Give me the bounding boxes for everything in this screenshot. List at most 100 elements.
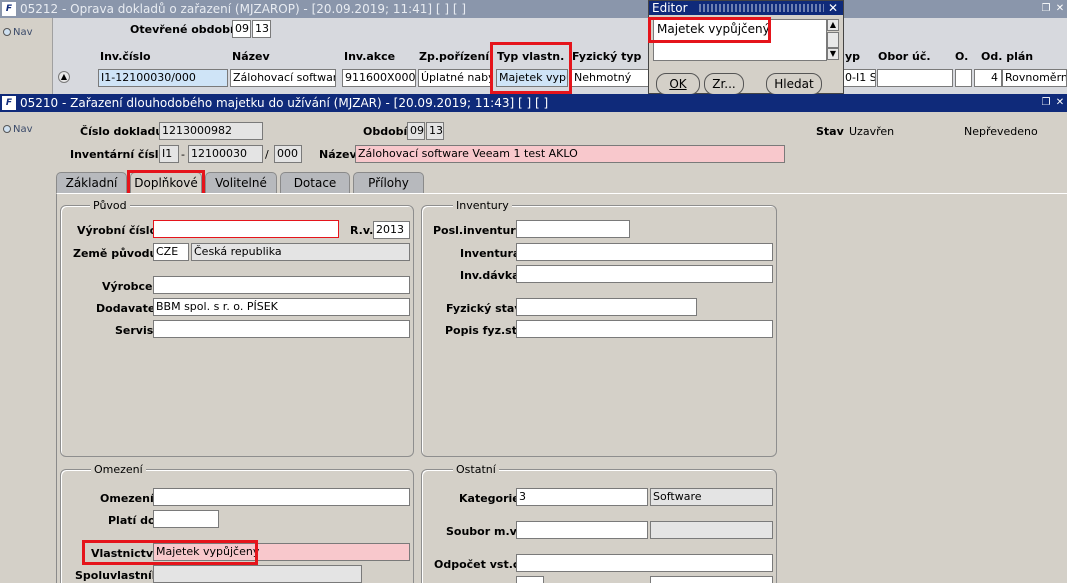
- row-scroll-up-icon[interactable]: ▲: [58, 71, 70, 83]
- vyrobni-cislo-field[interactable]: [153, 220, 339, 238]
- posl-inventura-label: Posl.inventura: [433, 224, 524, 237]
- inv-number-field[interactable]: 12100030: [188, 145, 263, 163]
- row-inv-akce[interactable]: 911600X000 F: [342, 69, 416, 87]
- row-obor-uc[interactable]: [877, 69, 953, 87]
- omezeni-field[interactable]: [153, 488, 410, 506]
- editor-title: Editor: [652, 1, 688, 15]
- popis-fyz-field[interactable]: [516, 320, 773, 338]
- inventura-label: Inventura: [460, 247, 521, 260]
- nazev-label: Název: [319, 148, 357, 161]
- editor-zr-button[interactable]: Zr...: [704, 73, 744, 95]
- row-o[interactable]: [955, 69, 972, 87]
- col-nazev: Název: [232, 50, 270, 63]
- editor-scrollbar[interactable]: [827, 32, 839, 48]
- inv-davka-label: Inv.dávka: [460, 269, 520, 282]
- radio-icon: [3, 28, 11, 36]
- dodavatel-field[interactable]: BBM spol. s r. o. PÍSEK: [153, 298, 410, 316]
- period-year[interactable]: 13: [252, 20, 271, 38]
- back-window-title: 05212 - Oprava dokladů o zařazení (MJZAR…: [20, 2, 467, 16]
- neprevedeno-status: Nepřevedeno: [964, 125, 1038, 138]
- editor-hledat-button[interactable]: Hledat: [766, 73, 822, 95]
- restore-icon[interactable]: ❐: [1039, 96, 1053, 110]
- close-icon[interactable]: ✕: [1053, 96, 1067, 110]
- extra-field-1[interactable]: [516, 576, 544, 583]
- vyrobni-cislo-label: Výrobní číslo: [77, 224, 158, 237]
- obdobi-month[interactable]: 09: [407, 122, 425, 140]
- inv-cislo-label: Inventární číslo: [70, 148, 167, 161]
- servis-field[interactable]: [153, 320, 410, 338]
- odpocet-field[interactable]: [516, 554, 773, 572]
- row-nazev[interactable]: Zálohovací software: [230, 69, 336, 87]
- close-icon[interactable]: ✕: [1053, 2, 1067, 16]
- restore-icon[interactable]: ❐: [1039, 2, 1053, 16]
- col-inv-cislo: Inv.číslo: [100, 50, 151, 63]
- group-ostatni-title: Ostatní: [453, 463, 499, 476]
- spoluvlastnik-field: [153, 565, 362, 583]
- kategorie-name-field: Software: [650, 488, 773, 506]
- editor-close-icon[interactable]: ✕: [828, 1, 838, 15]
- cislo-dokladu-field[interactable]: 1213000982: [159, 122, 263, 140]
- inv-dash: -: [181, 148, 185, 161]
- fyzicky-stav-label: Fyzický stav: [446, 302, 522, 315]
- back-window-titlebar[interactable]: F 05212 - Oprava dokladů o zařazení (MJZ…: [0, 0, 1067, 18]
- zeme-name-field: Česká republika: [191, 243, 410, 261]
- popis-fyz-label: Popis fyz.st.: [445, 324, 522, 337]
- period-month[interactable]: 09: [232, 20, 251, 38]
- tab-volitelne[interactable]: Volitelné: [205, 172, 277, 194]
- extra-field-2[interactable]: [650, 576, 773, 583]
- row-fyzicky-typ[interactable]: Nehmotný: [571, 69, 649, 87]
- inventura-field[interactable]: [516, 243, 773, 261]
- inv-suffix-field[interactable]: 000: [274, 145, 302, 163]
- editor-ok-button[interactable]: OK: [656, 73, 700, 95]
- rv-field[interactable]: 2013: [373, 221, 410, 239]
- row-inv-cislo[interactable]: I1-12100030/000: [98, 69, 228, 87]
- row-zp-porizeni[interactable]: Úplatné nabytí: [418, 69, 492, 87]
- vyrobce-field[interactable]: [153, 276, 410, 294]
- front-nav-button[interactable]: Nav: [3, 124, 33, 135]
- row-od-num[interactable]: 4: [974, 69, 1002, 87]
- odpocet-label: Odpočet vst.c.: [434, 558, 524, 571]
- inv-davka-field[interactable]: [516, 265, 773, 283]
- inv-slash: /: [265, 148, 269, 161]
- editor-scroll-down-icon[interactable]: ▼: [827, 48, 839, 60]
- dodavatel-label: Dodavatel: [96, 302, 160, 315]
- col-o: O.: [955, 50, 969, 63]
- app-logo-icon: F: [2, 96, 16, 110]
- soubor-mv-name-field: [650, 521, 773, 539]
- omezeni-label: Omezení: [100, 492, 154, 505]
- tab-prilohy[interactable]: Přílohy: [353, 172, 424, 194]
- back-nav-button[interactable]: Nav: [3, 27, 33, 38]
- row-od-plan[interactable]: Rovnoměrný: [1002, 69, 1067, 87]
- front-window-titlebar[interactable]: F 05210 - Zařazení dlouhodobého majetku …: [0, 94, 1067, 112]
- posl-inventura-field[interactable]: [516, 220, 630, 238]
- editor-window: Editor ✕ Majetek vypůjčený ▲ ▼ OK Zr... …: [648, 0, 844, 95]
- obdobi-year[interactable]: 13: [426, 122, 444, 140]
- row-typ[interactable]: 0-I1 So: [842, 69, 876, 87]
- inv-prefix-field[interactable]: I1: [159, 145, 179, 163]
- col-od-plan: Od. plán: [981, 50, 1034, 63]
- plati-do-label: Platí do: [108, 514, 156, 527]
- stav-value: Uzavřen: [849, 125, 895, 138]
- editor-titlebar[interactable]: Editor ✕: [649, 1, 843, 15]
- kategorie-code-field[interactable]: 3: [516, 488, 648, 506]
- col-inv-akce: Inv.akce: [344, 50, 396, 63]
- titlebar-grip: [699, 4, 824, 12]
- nazev-field[interactable]: Zálohovací software Veeam 1 test AKLO: [355, 145, 785, 163]
- col-zp-porizeni: Zp.pořízení: [419, 50, 490, 63]
- zeme-code-field[interactable]: CZE: [153, 243, 189, 261]
- plati-do-field[interactable]: [153, 510, 219, 528]
- group-omezeni-title: Omezení: [91, 463, 146, 476]
- zeme-puvodu-label: Země původu: [73, 247, 158, 260]
- period-label: Otevřené období: [130, 23, 234, 36]
- tab-dotace[interactable]: Dotace: [280, 172, 350, 194]
- front-nav-column: [0, 112, 56, 583]
- highlight-vlastnictvi: [82, 540, 258, 565]
- highlight-typ-vlastn: [490, 42, 572, 94]
- soubor-mv-field[interactable]: [516, 521, 648, 539]
- spoluvlastnik-label: Spoluvlastník: [75, 569, 160, 582]
- fyzicky-stav-field[interactable]: [516, 298, 697, 316]
- app-logo-icon: F: [2, 2, 16, 16]
- group-puvod-title: Původ: [90, 199, 130, 212]
- editor-scroll-up-icon[interactable]: ▲: [827, 19, 839, 31]
- tab-zakladni[interactable]: Základní: [56, 172, 127, 194]
